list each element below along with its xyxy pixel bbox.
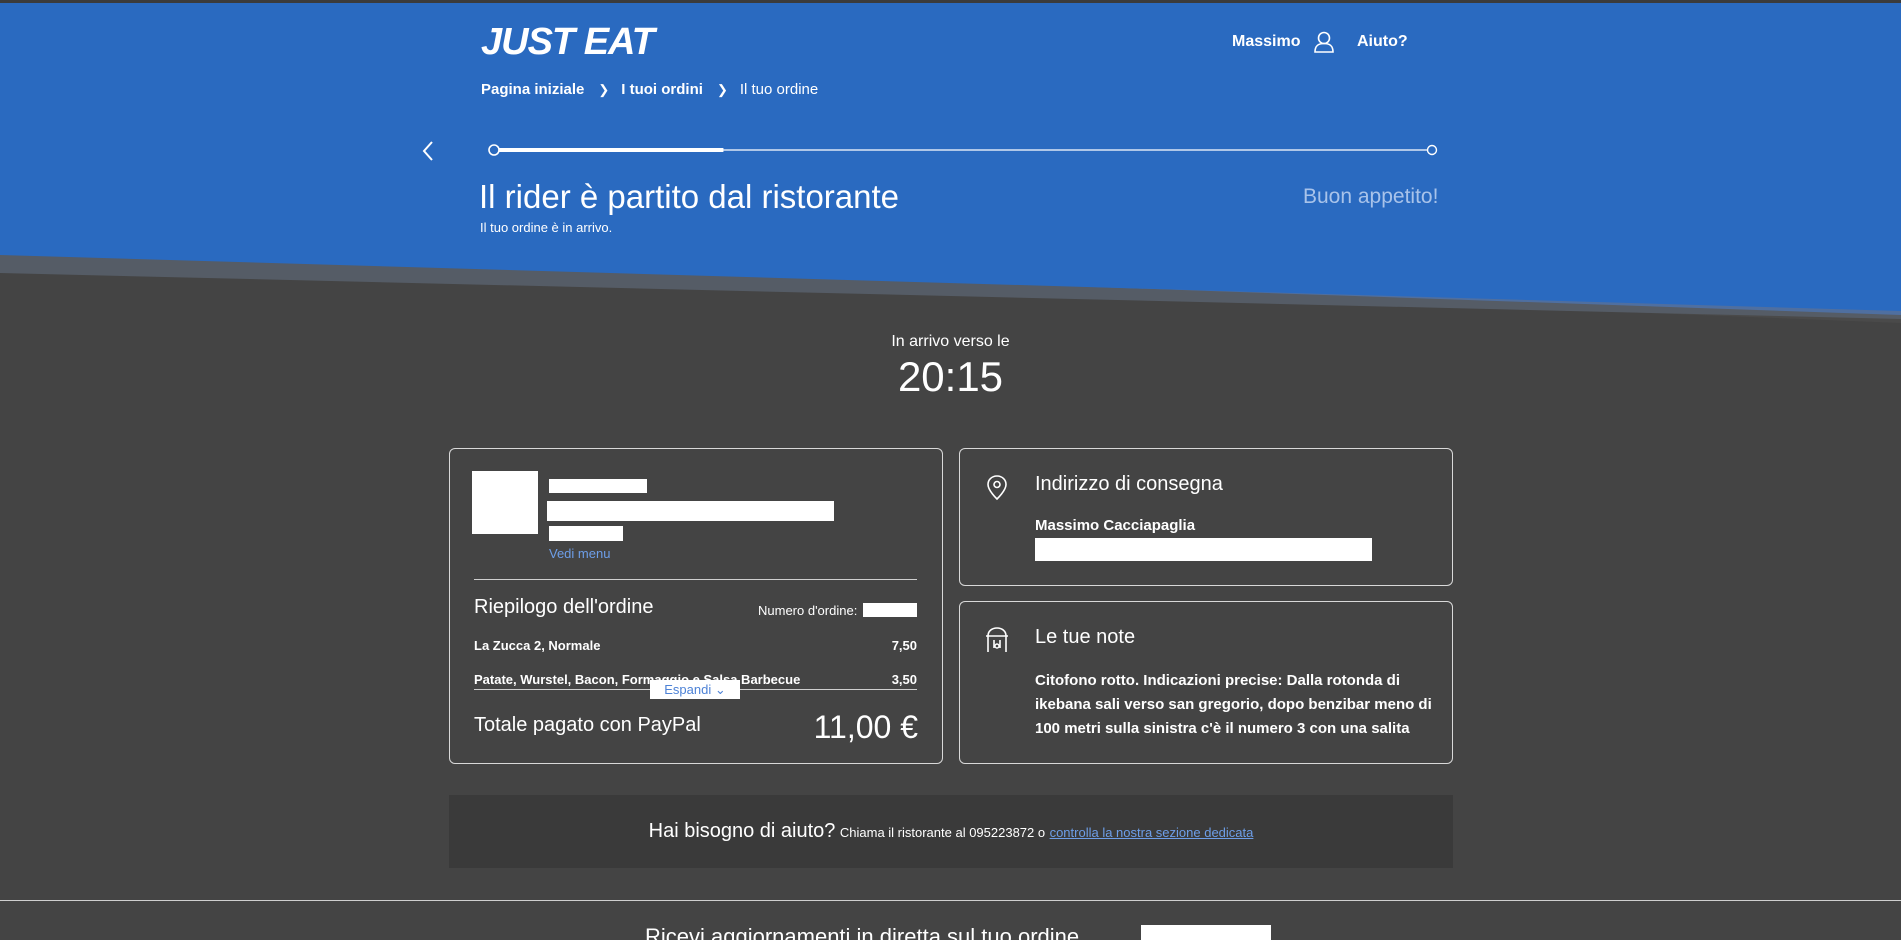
- help-section-link[interactable]: controlla la nostra sezione dedicata: [1050, 825, 1254, 840]
- restaurant-address-redacted: [547, 501, 834, 521]
- live-updates-heading: Ricevi aggiornamenti in diretta sul tuo …: [645, 924, 1080, 940]
- breadcrumb-orders[interactable]: I tuoi ordini: [621, 81, 703, 98]
- chevron-left-icon[interactable]: [419, 139, 439, 163]
- restaurant-info-redacted: [549, 526, 623, 541]
- header: JUST EAT Massimo Aiuto? Pagina iniziale …: [0, 3, 1901, 323]
- item-price: 3,50: [891, 672, 917, 687]
- divider: [0, 900, 1901, 901]
- chevron-right-icon: ❯: [598, 81, 610, 97]
- restaurant-name-redacted: [549, 479, 647, 493]
- status-title: Il rider è partito dal ristorante: [479, 178, 900, 215]
- item-price: 7,50: [891, 638, 917, 653]
- order-summary-title: Riepilogo dell'ordine: [474, 596, 654, 618]
- customer-name: Massimo Cacciapaglia: [1035, 517, 1196, 534]
- user-menu-label[interactable]: Massimo: [1232, 33, 1300, 51]
- item-name: La Zucca 2, Normale: [474, 638, 601, 653]
- breadcrumb-home[interactable]: Pagina iniziale: [481, 81, 584, 98]
- just-eat-logo[interactable]: JUST EAT: [481, 21, 655, 64]
- eta-label: In arrivo verso le: [891, 333, 1010, 350]
- item-name: Patate, Wurstel, Bacon, Formaggio e Sals…: [474, 672, 801, 687]
- user-icon[interactable]: [1313, 30, 1335, 54]
- final-step-label: Buon appetito!: [1303, 185, 1439, 208]
- notes-heading: Le tue note: [1035, 626, 1136, 648]
- divider: [474, 579, 917, 580]
- breadcrumb: Pagina iniziale ❯ I tuoi ordini ❯ Il tuo…: [481, 81, 818, 98]
- notes-text: Citofono rotto. Indicazioni precise: Dal…: [1035, 672, 1432, 737]
- doorbell-icon: [986, 627, 1008, 652]
- restaurant-logo-redacted: [472, 471, 538, 534]
- help-question: Hai bisogno di aiuto?: [648, 820, 836, 842]
- chevron-right-icon: ❯: [716, 81, 728, 97]
- total-value: 11,00 €: [813, 709, 918, 745]
- progress-start-dot: [488, 144, 500, 156]
- delivery-address-card: Indirizzo di consegna Massimo Cacciapagl…: [959, 448, 1453, 586]
- order-progress-bar: [448, 144, 1438, 156]
- help-link[interactable]: Aiuto?: [1357, 33, 1408, 51]
- view-menu-link[interactable]: Vedi menu: [549, 546, 610, 561]
- expand-label: Espandi: [664, 682, 712, 697]
- live-updates-toggle[interactable]: [1141, 925, 1271, 940]
- header-background: [0, 3, 1901, 323]
- notes-card: Le tue note Citofono rotto. Indicazioni …: [959, 601, 1453, 764]
- location-pin-icon: [987, 475, 1007, 501]
- breadcrumb-current: Il tuo ordine: [739, 81, 819, 98]
- street-address-redacted: [1035, 538, 1372, 561]
- order-number-redacted: [863, 603, 917, 617]
- chevron-down-icon: ⌄: [714, 682, 726, 697]
- status-subtitle: Il tuo ordine è in arrivo.: [480, 220, 613, 235]
- order-item: La Zucca 2, Normale 7,50: [474, 638, 917, 653]
- order-card: Vedi menu Riepilogo dell'ordine Numero d…: [449, 448, 943, 764]
- progress-end-dot: [1426, 144, 1438, 156]
- total-label: Totale pagato con PayPal: [474, 714, 701, 736]
- eta-time: 20:15: [897, 353, 1004, 400]
- help-bar: Hai bisogno di aiuto? Chiama il ristoran…: [449, 795, 1453, 868]
- order-number-label: Numero d'ordine:: [758, 603, 858, 618]
- address-heading: Indirizzo di consegna: [1035, 473, 1223, 495]
- expand-button[interactable]: Espandi ⌄: [650, 680, 740, 699]
- help-call-text: Chiama il ristorante al 095223872 o: [839, 825, 1046, 840]
